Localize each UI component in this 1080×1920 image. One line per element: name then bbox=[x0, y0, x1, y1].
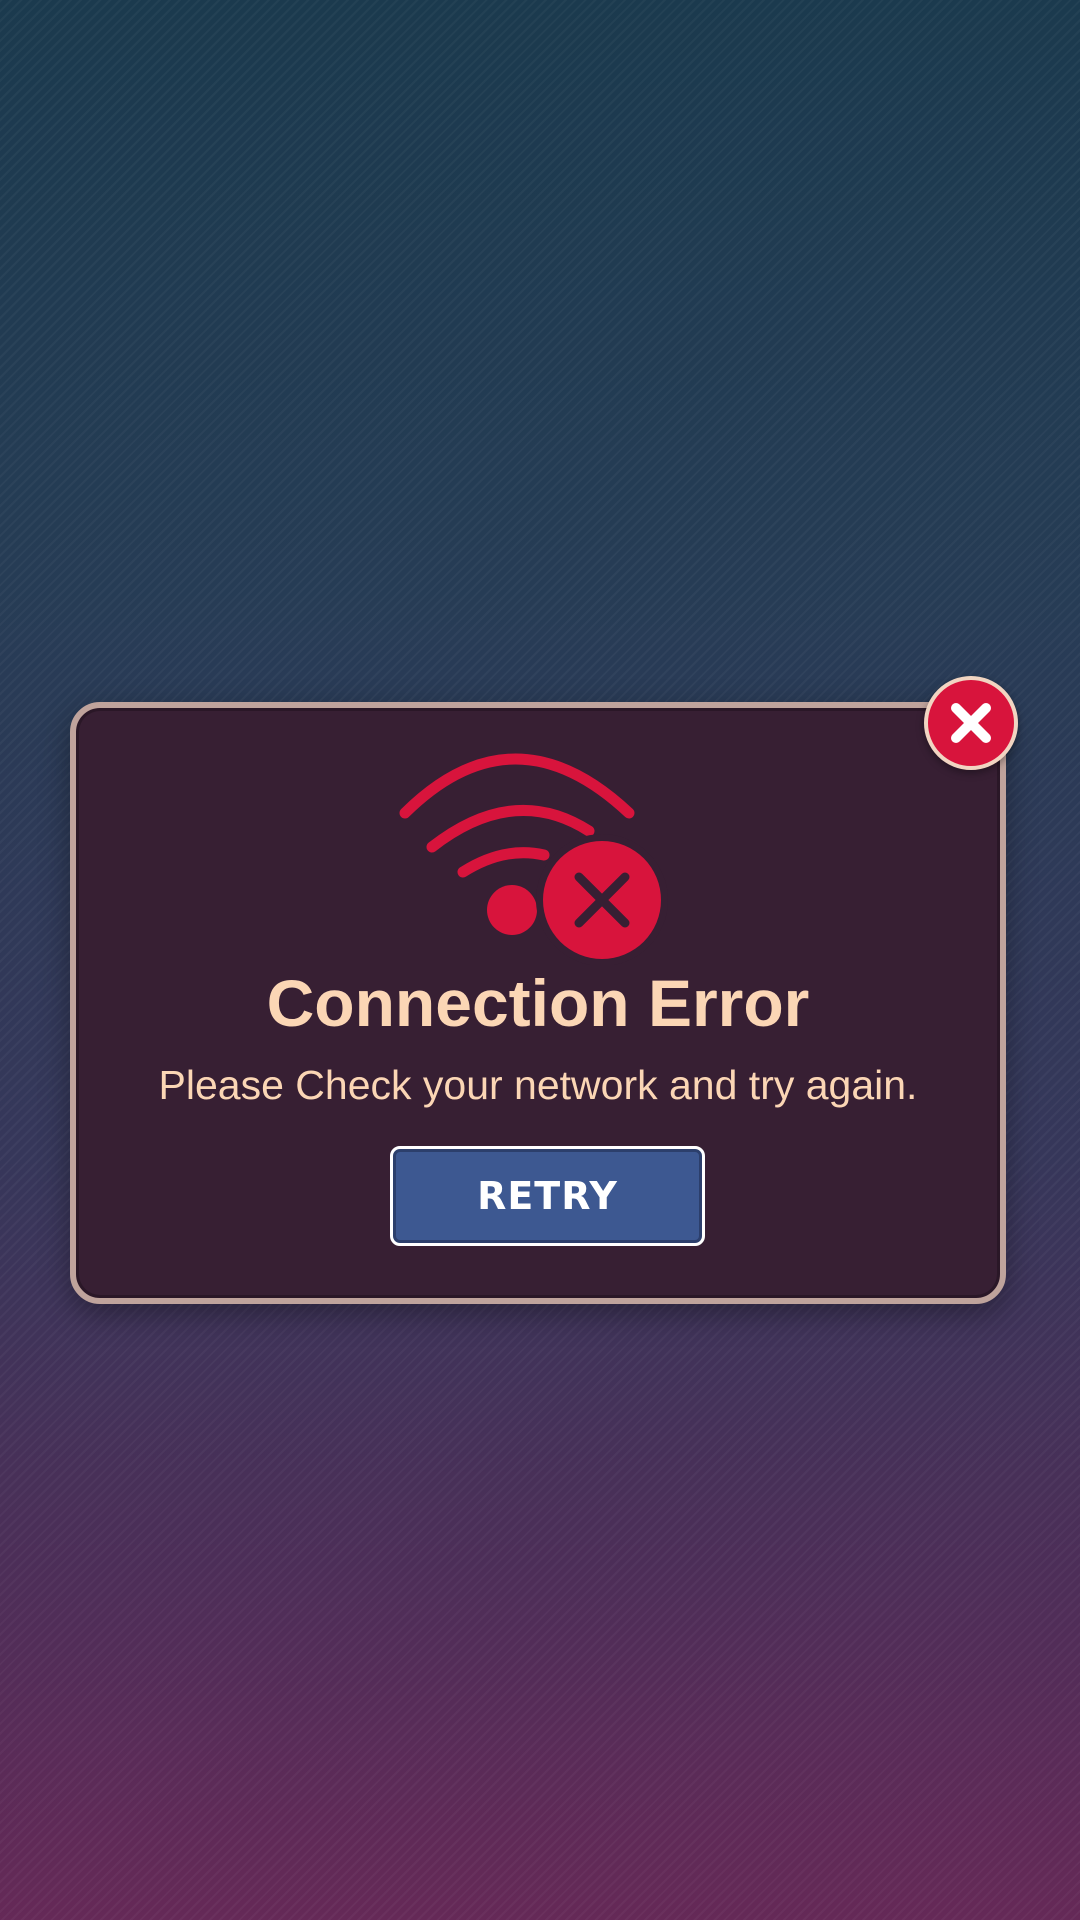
close-icon bbox=[951, 703, 991, 743]
retry-button[interactable]: RETRY bbox=[390, 1146, 705, 1246]
dialog-message: Please Check your network and try again. bbox=[158, 1062, 918, 1108]
close-button[interactable] bbox=[924, 676, 1018, 770]
app-screen: Connection Error Please Check your netwo… bbox=[0, 0, 1080, 1920]
dialog-title: Connection Error bbox=[266, 966, 810, 1040]
wifi-off-icon bbox=[399, 753, 668, 965]
